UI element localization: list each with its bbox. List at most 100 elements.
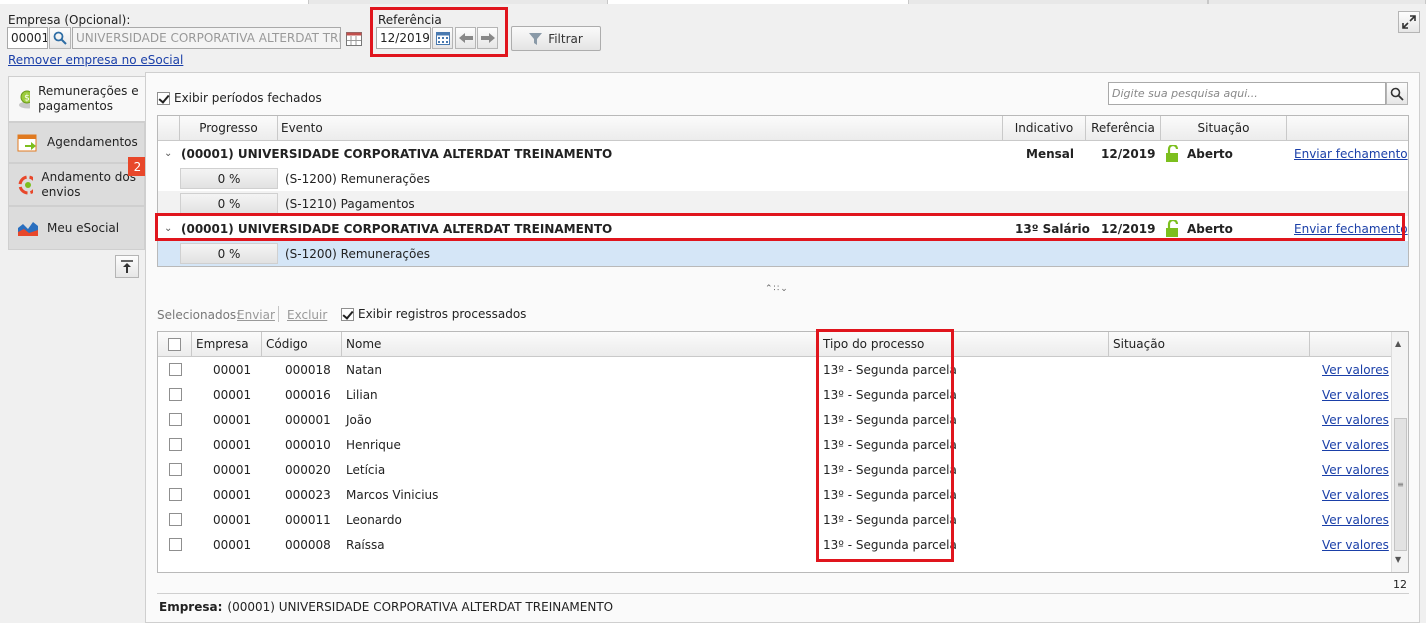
records-body: 00001 000018 Natan 13º - Segunda parcela Ver… [158,357,1391,557]
toolbar-divider [278,306,279,322]
footer-empresa: Empresa: (00001) UNIVERSIDADE CORPORATIV… [159,600,614,614]
empresa-label: Empresa (Opcional): [8,13,131,27]
send-closing-link[interactable]: Enviar fechamento [1294,141,1408,166]
row-checkbox-cell[interactable] [169,432,182,457]
cell-nome: Lilian [346,387,378,402]
view-values-link[interactable]: Ver valores [1322,407,1389,432]
view-values-link[interactable]: Ver valores [1322,382,1389,407]
selected-label: Selecionados: [157,308,241,322]
table-row[interactable]: 00001 000016 Lilian 13º - Segunda parcela Ve… [158,382,1391,407]
row-checkbox-cell[interactable] [169,482,182,507]
event-row[interactable]: 0 % (S-1200) Remunerações [158,166,1408,191]
row-checkbox[interactable] [169,538,182,551]
record-count: 12 [1393,578,1407,591]
sidebar-item-agendamentos[interactable]: Agendamentos [8,122,145,163]
splitter-handle[interactable]: ⌃∷⌄ [765,284,789,294]
sidebar-item-meu-esocial[interactable]: Meu eSocial [8,206,145,250]
show-closed-checkbox[interactable]: Exibir períodos fechados [157,91,322,105]
sidebar-item-label: Remunerações e pagamentos [38,84,139,113]
group-referencia: 12/2019 [1101,146,1156,161]
vertical-scrollbar[interactable]: ▲ ≡ ▼ [1391,332,1408,572]
previous-period-button[interactable] [455,27,476,49]
period-group-row[interactable]: ⌄ (00001) UNIVERSIDADE CORPORATIVA ALTER… [158,141,1408,166]
send-closing-link[interactable]: Enviar fechamento [1294,216,1408,241]
remove-empresa-link[interactable]: Remover empresa no eSocial [8,53,183,67]
cell-nome: Raíssa [346,537,385,552]
scroll-down-icon[interactable]: ▼ [1395,555,1401,564]
col-tipo-processo[interactable]: Tipo do processo [819,332,1109,356]
period-group-row[interactable]: ⌄ (00001) UNIVERSIDADE CORPORATIVA ALTER… [158,216,1408,241]
col-codigo[interactable]: Código [262,332,342,356]
table-row[interactable]: 00001 000008 Raíssa 13º - Segunda parcela Ve… [158,532,1391,557]
window-tab-strip [0,0,1426,4]
row-checkbox[interactable] [169,388,182,401]
col-evento[interactable]: Evento [278,116,1003,140]
delete-selected-link[interactable]: Excluir [287,308,327,322]
row-checkbox[interactable] [169,488,182,501]
col-situacao[interactable]: Situação [1161,116,1287,140]
row-checkbox-cell[interactable] [169,532,182,557]
checkbox-checked[interactable] [341,307,354,321]
col-nome[interactable]: Nome [342,332,819,356]
view-values-link[interactable]: Ver valores [1322,357,1389,382]
row-checkbox-cell[interactable] [169,357,182,382]
view-values-link[interactable]: Ver valores [1322,457,1389,482]
calendar-company-button[interactable] [344,30,364,48]
table-row[interactable]: 00001 000010 Henrique 13º - Segunda parcela… [158,432,1391,457]
sidebar-item-remuneracoes[interactable]: $ Remunerações e pagamentos [8,76,145,122]
group-indicativo: Mensal [1026,146,1074,161]
row-checkbox[interactable] [169,438,182,451]
table-row[interactable]: 00001 000001 João 13º - Segunda parcela Ver … [158,407,1391,432]
checkbox-checked[interactable] [157,91,170,105]
send-selected-link[interactable]: Enviar [237,308,275,322]
col-situacao[interactable]: Situação [1109,332,1310,356]
cell-codigo: 000001 [285,412,331,427]
scroll-thumb[interactable]: ≡ [1394,418,1407,551]
sidebar-item-andamento[interactable]: Andamento dos envios [8,163,145,206]
table-row[interactable]: 00001 000023 Marcos Vinicius 13º - Segunda … [158,482,1391,507]
view-values-link[interactable]: Ver valores [1322,507,1389,532]
row-checkbox[interactable] [169,463,182,476]
referencia-input[interactable]: 12/2019 [376,27,431,49]
next-period-button[interactable] [477,27,498,49]
event-row-selected[interactable]: 0 % (S-1200) Remunerações [158,241,1408,266]
table-row[interactable]: 00001 000020 Letícia 13º - Segunda parcela V… [158,457,1391,482]
date-picker-button[interactable] [432,27,453,49]
row-checkbox-cell[interactable] [169,382,182,407]
view-values-link[interactable]: Ver valores [1322,532,1389,557]
col-progresso[interactable]: Progresso [180,116,278,140]
empresa-code-field[interactable]: 00001 [7,27,48,49]
row-checkbox-cell[interactable] [169,507,182,532]
row-checkbox-cell[interactable] [169,407,182,432]
arrow-up-bar-icon [121,260,133,273]
collapse-sidebar-button[interactable] [115,255,139,278]
search-button[interactable] [1386,82,1408,105]
filter-button[interactable]: Filtrar [511,26,601,51]
chevron-down-icon[interactable]: ⌄ [164,141,172,166]
maximize-button[interactable] [1398,11,1420,33]
select-all-checkbox[interactable] [168,337,181,351]
progress-icon [18,175,34,194]
event-row[interactable]: 0 % (S-1210) Pagamentos [158,191,1408,216]
cell-codigo: 000011 [285,512,331,527]
scroll-up-icon[interactable]: ▲ [1395,339,1401,348]
show-processed-checkbox[interactable]: Exibir registros processados [341,307,526,321]
table-row[interactable]: 00001 000011 Leonardo 13º - Segunda parcela… [158,507,1391,532]
calendar-icon [435,32,450,45]
view-values-link[interactable]: Ver valores [1322,432,1389,457]
cell-empresa: 00001 [213,437,252,452]
cell-tipo-processo: 13º - Segunda parcela [823,362,957,377]
row-checkbox[interactable] [169,413,182,426]
table-row[interactable]: 00001 000018 Natan 13º - Segunda parcela Ver… [158,357,1391,382]
chevron-down-icon[interactable]: ⌄ [164,216,172,241]
col-indicativo[interactable]: Indicativo [1003,116,1086,140]
view-values-link[interactable]: Ver valores [1322,482,1389,507]
row-checkbox[interactable] [169,513,182,526]
search-empresa-button[interactable] [49,27,71,49]
group-title: (00001) UNIVERSIDADE CORPORATIVA ALTERDA… [181,146,613,161]
row-checkbox[interactable] [169,363,182,376]
search-input[interactable]: Digite sua pesquisa aqui... [1108,82,1386,105]
col-referencia[interactable]: Referência [1086,116,1161,140]
row-checkbox-cell[interactable] [169,457,182,482]
col-empresa[interactable]: Empresa [192,332,262,356]
